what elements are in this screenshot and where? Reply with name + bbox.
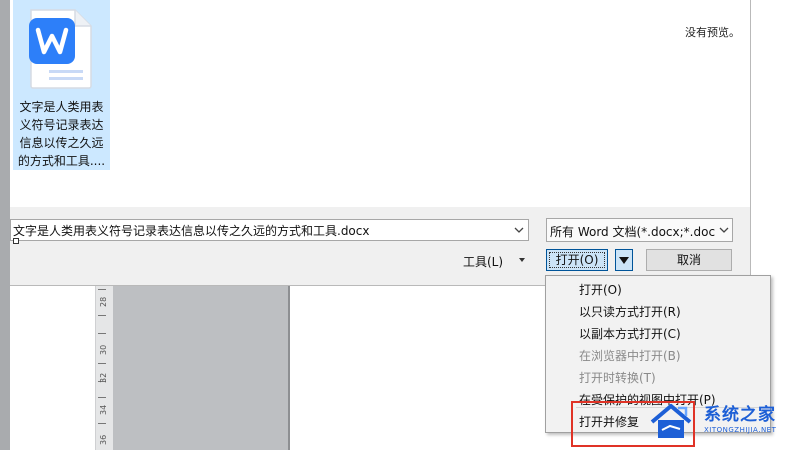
vertical-ruler: 28 30 32 34 36 (95, 285, 114, 450)
watermark-subtitle: XITONGZHIJIA.NET (704, 426, 777, 434)
preview-pane: 没有预览。 (675, 0, 750, 207)
ruler-tick: 36 (99, 434, 108, 445)
menu-item-open[interactable]: 打开(O) (579, 281, 622, 298)
menu-item-open-convert: 打开时转换(T) (579, 371, 656, 385)
watermark-title: 系统之家 (704, 405, 776, 425)
triangle-down-icon (619, 257, 629, 264)
menu-item-open-readonly[interactable]: 以只读方式打开(R) (579, 303, 681, 320)
open-options-dropdown-button[interactable] (615, 249, 633, 271)
open-file-dialog: 文字是人类用表义符号记录表达信息以传之久远的方式和工具.... 没有预览。 所有… (10, 0, 751, 286)
document-page-edge (288, 285, 290, 450)
chevron-down-icon[interactable] (718, 224, 730, 236)
cancel-button[interactable]: 取消 (646, 249, 732, 271)
filename-combobox[interactable] (10, 219, 529, 241)
no-preview-text: 没有预览。 (685, 26, 740, 39)
ruler-tick: 30 (99, 344, 108, 355)
menu-item-open-in-browser: 在浏览器中打开(B) (579, 349, 681, 363)
file-item-selected[interactable]: 文字是人类用表义符号记录表达信息以传之久远的方式和工具.... (13, 0, 110, 170)
ruler-tick: 28 (99, 296, 108, 307)
document-left-edge (0, 0, 10, 450)
chevron-down-icon[interactable] (513, 224, 525, 236)
tools-dropdown-arrow-icon[interactable] (519, 258, 525, 262)
file-name-label: 文字是人类用表义符号记录表达信息以传之久远的方式和工具.... (17, 100, 106, 168)
house-logo-icon (650, 404, 692, 438)
focus-ring (549, 252, 605, 268)
filetype-selected-text: 所有 Word 文档(*.docx;*.doc (550, 225, 716, 239)
tools-button[interactable]: 工具(L) (463, 253, 503, 270)
ruler-tick: 32 (99, 372, 108, 383)
watermark: 系统之家 XITONGZHIJIA.NET (648, 396, 798, 444)
ruler-tick: 34 (99, 404, 108, 415)
open-button[interactable]: 打开(O) (546, 249, 608, 271)
filetype-select[interactable]: 所有 Word 文档(*.docx;*.doc (546, 218, 733, 242)
menu-item-open-copy[interactable]: 以副本方式打开(C) (579, 325, 681, 342)
document-page (113, 285, 288, 450)
wps-word-document-icon (29, 9, 92, 89)
filename-input[interactable] (11, 220, 508, 240)
file-list-pane[interactable]: 文字是人类用表义符号记录表达信息以传之久远的方式和工具.... (10, 0, 675, 207)
resize-handle[interactable] (13, 238, 19, 244)
